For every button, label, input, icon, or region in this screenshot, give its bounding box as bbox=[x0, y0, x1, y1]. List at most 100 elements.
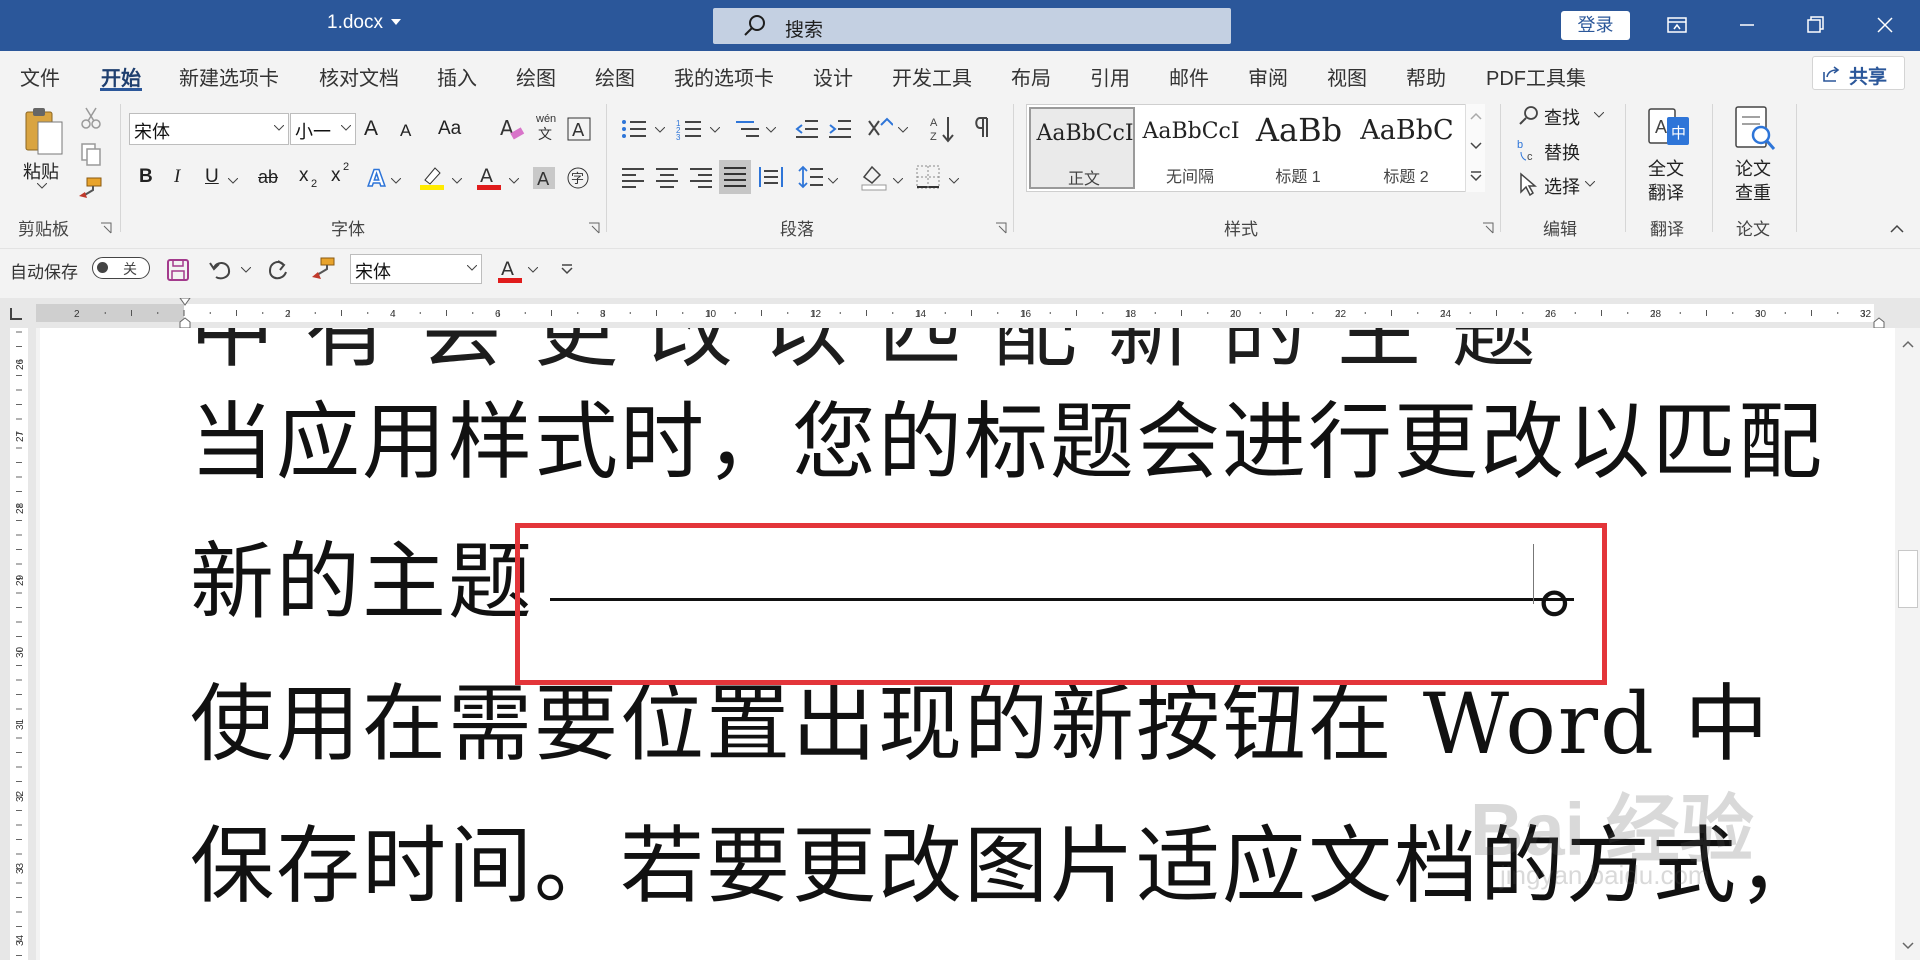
styles-gallery-scroll[interactable] bbox=[1465, 104, 1485, 192]
text-effects-icon[interactable]: A bbox=[366, 165, 390, 189]
tab-review[interactable]: 审阅 bbox=[1248, 62, 1288, 91]
chevron-down-icon[interactable] bbox=[655, 127, 665, 133]
chevron-down-icon[interactable] bbox=[1594, 112, 1604, 118]
login-button[interactable]: 登录 bbox=[1561, 11, 1630, 40]
chevron-down-icon[interactable] bbox=[1470, 142, 1482, 150]
chevron-down-icon[interactable] bbox=[452, 178, 462, 184]
highlight-icon[interactable] bbox=[419, 164, 445, 190]
chinese-layout-icon[interactable] bbox=[867, 117, 893, 141]
chevron-down-icon[interactable] bbox=[391, 178, 401, 184]
select-button[interactable]: 选择 bbox=[1544, 173, 1580, 199]
minimize-icon[interactable] bbox=[1730, 10, 1764, 40]
format-painter-icon[interactable] bbox=[310, 256, 336, 282]
tab-layout[interactable]: 布局 bbox=[1011, 62, 1051, 91]
underline-button[interactable]: U bbox=[205, 166, 219, 188]
tab-design[interactable]: 设计 bbox=[813, 62, 853, 91]
gallery-more-icon[interactable] bbox=[1470, 170, 1482, 182]
tab-mailings[interactable]: 邮件 bbox=[1169, 62, 1209, 91]
scroll-up-icon[interactable] bbox=[1902, 340, 1914, 348]
font-dialog-launcher-icon[interactable] bbox=[588, 222, 600, 234]
character-shading-icon[interactable]: A bbox=[532, 166, 556, 190]
tab-references[interactable]: 引用 bbox=[1090, 62, 1130, 91]
subscript-button[interactable]: x bbox=[299, 165, 309, 187]
paper-check-label-1[interactable]: 论文 bbox=[1735, 155, 1771, 181]
replace-button[interactable]: 替换 bbox=[1544, 139, 1580, 165]
close-icon[interactable] bbox=[1868, 10, 1902, 40]
tab-view[interactable]: 视图 bbox=[1327, 62, 1367, 91]
ribbon-display-options-icon[interactable] bbox=[1660, 10, 1694, 40]
grow-font-button[interactable]: A bbox=[364, 117, 378, 141]
increase-indent-icon[interactable] bbox=[828, 118, 852, 140]
autosave-toggle[interactable]: 关 bbox=[92, 257, 150, 279]
line-spacing-icon[interactable] bbox=[798, 165, 824, 189]
shrink-font-button[interactable]: A bbox=[400, 121, 411, 141]
chevron-down-icon[interactable] bbox=[37, 183, 47, 189]
enclose-characters-icon[interactable]: 字 bbox=[566, 166, 590, 190]
style-heading-2[interactable]: AaBbC 标题 2 bbox=[1353, 107, 1459, 189]
translate-icon[interactable]: A中 bbox=[1647, 105, 1691, 153]
undo-icon[interactable] bbox=[208, 258, 234, 282]
tab-developer[interactable]: 开发工具 bbox=[892, 62, 972, 91]
save-icon[interactable] bbox=[166, 258, 190, 282]
paragraph-dialog-launcher-icon[interactable] bbox=[995, 222, 1007, 234]
find-icon[interactable] bbox=[1517, 104, 1541, 128]
superscript-button[interactable]: x bbox=[331, 165, 341, 187]
tab-pdf-tools[interactable]: PDF工具集 bbox=[1486, 62, 1586, 91]
clear-formatting-icon[interactable]: A bbox=[499, 116, 525, 142]
chevron-down-icon[interactable] bbox=[509, 178, 519, 184]
search-input[interactable]: 搜索 bbox=[713, 8, 1231, 44]
tab-selector-icon[interactable] bbox=[8, 306, 24, 322]
tab-file[interactable]: 文件 bbox=[20, 62, 60, 91]
paste-icon[interactable] bbox=[22, 106, 66, 158]
chevron-down-icon[interactable] bbox=[893, 178, 903, 184]
tab-home[interactable]: 开始 bbox=[101, 62, 141, 91]
chevron-down-icon[interactable] bbox=[241, 267, 251, 273]
justify-icon[interactable] bbox=[719, 160, 751, 194]
chevron-down-icon[interactable] bbox=[710, 127, 720, 133]
paper-check-label-2[interactable]: 查重 bbox=[1735, 179, 1771, 205]
align-left-icon[interactable] bbox=[621, 166, 645, 188]
tab-draw-2[interactable]: 绘图 bbox=[595, 62, 635, 91]
change-case-button[interactable]: Aa bbox=[438, 118, 461, 140]
share-button[interactable]: 共享 bbox=[1812, 56, 1905, 90]
tab-proofread[interactable]: 核对文档 bbox=[319, 62, 399, 91]
decrease-indent-icon[interactable] bbox=[795, 118, 819, 140]
translate-label-1[interactable]: 全文 bbox=[1648, 155, 1684, 181]
align-center-icon[interactable] bbox=[655, 166, 679, 188]
chevron-down-icon[interactable] bbox=[528, 267, 538, 273]
distributed-icon[interactable] bbox=[758, 165, 784, 189]
style-heading-1[interactable]: AaBb 标题 1 bbox=[1245, 107, 1351, 189]
sort-icon[interactable]: AZ bbox=[930, 115, 956, 143]
paste-label[interactable]: 粘贴 bbox=[23, 158, 59, 184]
chevron-down-icon[interactable] bbox=[949, 178, 959, 184]
select-icon[interactable] bbox=[1517, 172, 1539, 196]
font-name-dropdown[interactable]: 宋体 bbox=[129, 113, 289, 145]
chevron-down-icon[interactable] bbox=[228, 178, 238, 184]
chevron-down-icon[interactable] bbox=[898, 127, 908, 133]
style-normal[interactable]: AaBbCcI 正文 bbox=[1029, 107, 1135, 189]
redo-icon[interactable] bbox=[265, 258, 291, 282]
scroll-down-icon[interactable] bbox=[1902, 942, 1914, 950]
qat-font-color-icon[interactable]: A bbox=[497, 256, 523, 284]
phonetic-guide-char[interactable]: 文 bbox=[538, 124, 552, 144]
font-color-icon[interactable]: A bbox=[476, 164, 502, 190]
italic-button[interactable]: I bbox=[174, 166, 180, 188]
tab-insert[interactable]: 插入 bbox=[437, 62, 477, 91]
character-border-icon[interactable]: A bbox=[567, 117, 591, 141]
font-size-dropdown[interactable]: 小一 bbox=[290, 113, 356, 145]
numbering-icon[interactable]: 123 bbox=[676, 118, 702, 140]
styles-dialog-launcher-icon[interactable] bbox=[1482, 222, 1494, 234]
chevron-down-icon[interactable] bbox=[391, 19, 401, 25]
paper-check-icon[interactable] bbox=[1733, 105, 1777, 153]
style-no-spacing[interactable]: AaBbCcI 无间隔 bbox=[1137, 107, 1243, 189]
chevron-up-icon[interactable] bbox=[1470, 112, 1482, 120]
chevron-down-icon[interactable] bbox=[828, 178, 838, 184]
find-button[interactable]: 查找 bbox=[1544, 104, 1580, 130]
tab-help[interactable]: 帮助 bbox=[1406, 62, 1446, 91]
scrollbar-thumb[interactable] bbox=[1898, 550, 1918, 608]
vertical-ruler[interactable]: 26 27 28 29 30 31 32 33 34 bbox=[0, 328, 36, 960]
tab-new-tab[interactable]: 新建选项卡 bbox=[179, 62, 279, 91]
cut-icon[interactable] bbox=[79, 106, 103, 130]
replace-icon[interactable]: bc bbox=[1517, 138, 1541, 162]
tab-draw-1[interactable]: 绘图 bbox=[516, 62, 556, 91]
